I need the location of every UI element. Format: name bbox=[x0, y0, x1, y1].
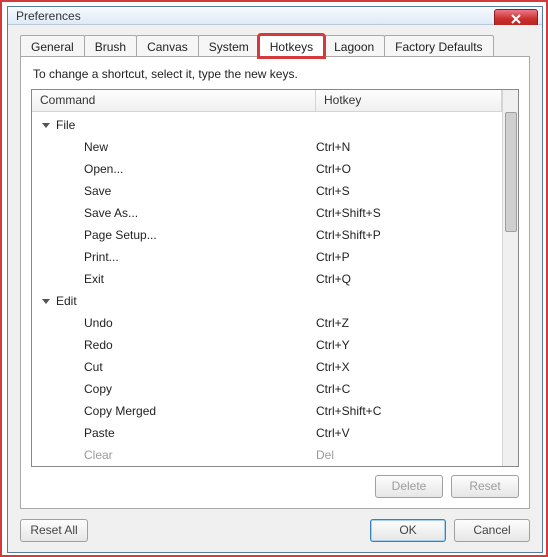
col-hotkey[interactable]: Hotkey bbox=[316, 90, 502, 111]
list-item[interactable]: CutCtrl+X bbox=[32, 356, 502, 378]
scrollbar-thumb[interactable] bbox=[505, 112, 517, 232]
list-item[interactable]: ClearDel bbox=[32, 444, 502, 466]
list-item[interactable]: SaveCtrl+S bbox=[32, 180, 502, 202]
list-item[interactable]: UndoCtrl+Z bbox=[32, 312, 502, 334]
list-item[interactable]: NewCtrl+N bbox=[32, 136, 502, 158]
list-item[interactable]: Page Setup...Ctrl+Shift+P bbox=[32, 224, 502, 246]
list-item[interactable]: CopyCtrl+C bbox=[32, 378, 502, 400]
tabstrip: General Brush Canvas System Hotkeys Lago… bbox=[20, 35, 530, 57]
group-label: File bbox=[56, 118, 75, 132]
group-label: Edit bbox=[56, 294, 77, 308]
vertical-scrollbar[interactable] bbox=[502, 90, 518, 466]
titlebar: Preferences bbox=[8, 7, 542, 25]
ok-button[interactable]: OK bbox=[370, 519, 446, 542]
group-file[interactable]: File bbox=[32, 114, 502, 136]
list-header: Command Hotkey bbox=[32, 90, 502, 112]
tab-lagoon[interactable]: Lagoon bbox=[323, 35, 385, 57]
tab-factory-defaults[interactable]: Factory Defaults bbox=[384, 35, 493, 57]
list-item[interactable]: Open...Ctrl+O bbox=[32, 158, 502, 180]
delete-button[interactable]: Delete bbox=[375, 475, 443, 498]
group-edit[interactable]: Edit bbox=[32, 290, 502, 312]
cancel-button[interactable]: Cancel bbox=[454, 519, 530, 542]
tab-canvas[interactable]: Canvas bbox=[136, 35, 199, 57]
tab-hotkeys[interactable]: Hotkeys bbox=[259, 35, 324, 57]
reset-button[interactable]: Reset bbox=[451, 475, 519, 498]
close-icon bbox=[511, 14, 521, 24]
tabpage-hotkeys: To change a shortcut, select it, type th… bbox=[20, 56, 530, 509]
window-title: Preferences bbox=[16, 9, 81, 23]
list-item[interactable]: RedoCtrl+Y bbox=[32, 334, 502, 356]
tab-general[interactable]: General bbox=[20, 35, 85, 57]
chevron-down-icon bbox=[42, 299, 50, 304]
list-item[interactable]: Save As...Ctrl+Shift+S bbox=[32, 202, 502, 224]
chevron-down-icon bbox=[42, 123, 50, 128]
hotkey-list[interactable]: Command Hotkey File NewCtrl+N Open...Ctr… bbox=[32, 90, 502, 466]
tab-brush[interactable]: Brush bbox=[84, 35, 137, 57]
tab-system[interactable]: System bbox=[198, 35, 260, 57]
preferences-dialog: Preferences General Brush Canvas System … bbox=[7, 6, 543, 553]
reset-all-button[interactable]: Reset All bbox=[20, 519, 88, 542]
list-item[interactable]: Print...Ctrl+P bbox=[32, 246, 502, 268]
list-item[interactable]: Copy MergedCtrl+Shift+C bbox=[32, 400, 502, 422]
instruction-text: To change a shortcut, select it, type th… bbox=[33, 67, 519, 81]
list-item[interactable]: PasteCtrl+V bbox=[32, 422, 502, 444]
list-item[interactable]: ExitCtrl+Q bbox=[32, 268, 502, 290]
col-command[interactable]: Command bbox=[32, 90, 316, 111]
